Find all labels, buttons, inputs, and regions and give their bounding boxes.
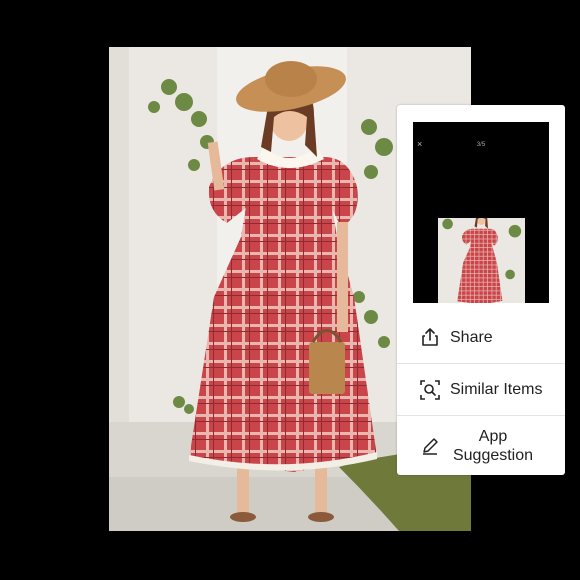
image-preview[interactable]: × 3/5 <box>413 122 549 303</box>
thumbnail-illustration <box>438 218 525 303</box>
share-icon <box>419 326 441 348</box>
share-sheet: × 3/5 Share Similar Items App Suggestion <box>397 105 565 475</box>
share-label: Share <box>450 328 493 346</box>
app-suggestion-button[interactable]: App Suggestion <box>397 415 565 475</box>
preview-thumbnail <box>438 218 525 303</box>
app-suggestion-label: App Suggestion <box>452 427 534 464</box>
pencil-icon <box>419 435 441 457</box>
image-counter: 3/5 <box>476 142 486 148</box>
share-button[interactable]: Share <box>397 311 565 363</box>
similar-items-label: Similar Items <box>450 381 543 398</box>
similar-items-button[interactable]: Similar Items <box>397 363 565 415</box>
image-search-icon <box>419 379 441 401</box>
share-menu: Share Similar Items App Suggestion <box>397 311 565 475</box>
